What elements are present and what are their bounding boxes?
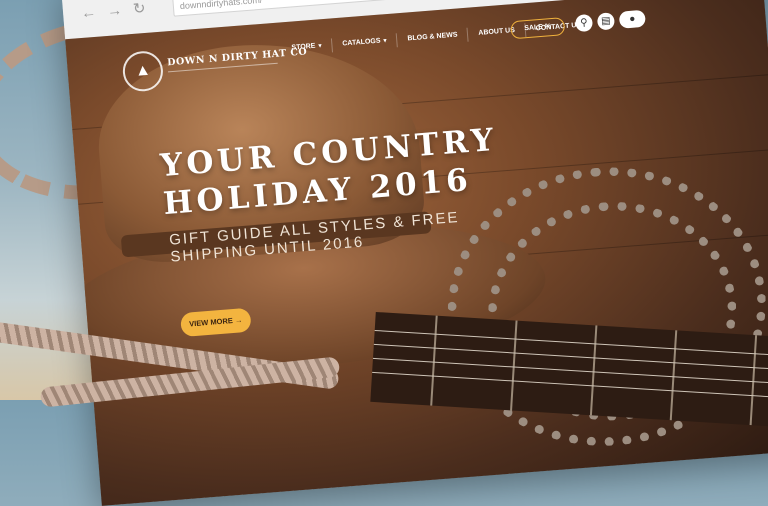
cart-icon[interactable]: ▤ bbox=[596, 12, 616, 31]
account-icon[interactable]: ● bbox=[618, 9, 646, 29]
browser-window: ← → ↻ downndirtyhats.com/ ▲ DOWN N DIRTY… bbox=[61, 0, 768, 506]
nav-blog-news[interactable]: BLOG & NEWS bbox=[396, 27, 470, 48]
nav-store-label: STORE bbox=[291, 42, 316, 52]
arrow-right-icon: → bbox=[234, 315, 243, 325]
reload-icon[interactable]: ↻ bbox=[132, 0, 146, 18]
view-more-label: VIEW MORE bbox=[188, 316, 234, 329]
website-hero: ▲ DOWN N DIRTY HAT CO STORE ▾ CATALOGS ▾ B… bbox=[65, 0, 768, 506]
nav-store[interactable]: STORE ▾ bbox=[281, 38, 334, 57]
nav-catalogs[interactable]: CATALOGS ▾ bbox=[331, 33, 399, 53]
sale-button[interactable]: SALE % bbox=[510, 17, 566, 40]
back-icon[interactable]: ← bbox=[81, 4, 97, 22]
chevron-down-icon: ▾ bbox=[383, 38, 387, 45]
forward-icon[interactable]: → bbox=[106, 2, 122, 20]
nav-catalogs-label: CATALOGS bbox=[342, 37, 381, 48]
chevron-down-icon: ▾ bbox=[318, 43, 322, 50]
